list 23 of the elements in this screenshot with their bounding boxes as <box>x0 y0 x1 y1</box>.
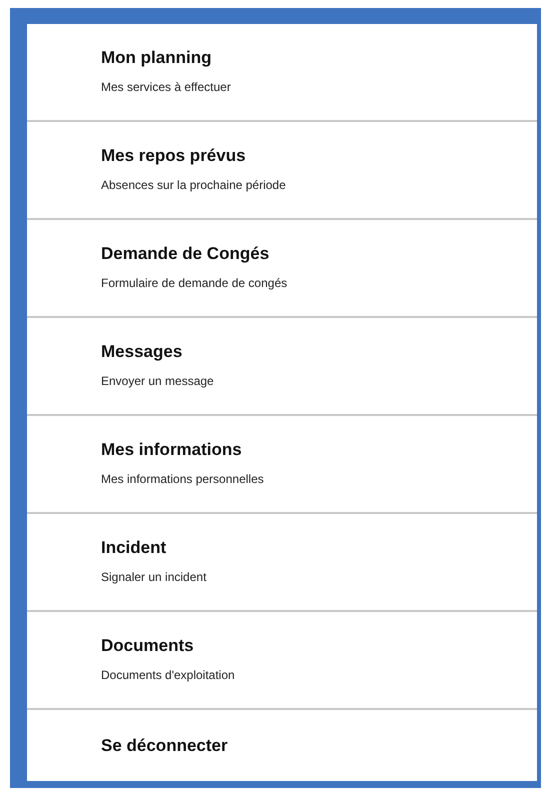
menu-item-subtitle: Documents d'exploitation <box>101 668 235 682</box>
menu-item[interactable]: Incident Signaler un incident <box>27 514 537 612</box>
menu-item[interactable]: Demande de Congés Formulaire de demande de congés <box>27 220 537 318</box>
menu-item-title: Documents <box>101 636 195 656</box>
menu-item-subtitle: Signaler un incident <box>101 570 206 584</box>
menu-item-title: Se déconnecter <box>101 736 228 756</box>
menu-item-title: Messages <box>101 342 184 362</box>
menu-item[interactable]: Mes informations Mes informations personnelles <box>27 416 537 514</box>
menu-item-title: Incident <box>101 538 168 558</box>
menu-item-title: Mes informations <box>101 440 243 460</box>
menu-item[interactable]: Mon planning Mes services à effectuer <box>27 24 537 122</box>
menu-item[interactable]: Messages Envoyer un message <box>27 318 537 416</box>
menu-item-subtitle: Mes services à effectuer <box>101 80 231 94</box>
menu-item-title: Demande de Congés <box>101 244 270 264</box>
menu-item-subtitle: Mes informations personnelles <box>101 472 264 486</box>
menu-item[interactable]: Documents Documents d'exploitation <box>27 612 537 710</box>
menu-item[interactable]: Se déconnecter <box>27 710 537 781</box>
menu-item-title: Mon planning <box>101 48 212 68</box>
menu-item[interactable]: Mes repos prévus Absences sur la prochaine période <box>27 122 537 220</box>
menu-item-title: Mes repos prévus <box>101 146 247 166</box>
menu-item-subtitle: Envoyer un message <box>101 374 214 388</box>
menu-item-subtitle: Absences sur la prochaine période <box>101 178 286 192</box>
menu-item-subtitle: Formulaire de demande de congés <box>101 276 288 290</box>
